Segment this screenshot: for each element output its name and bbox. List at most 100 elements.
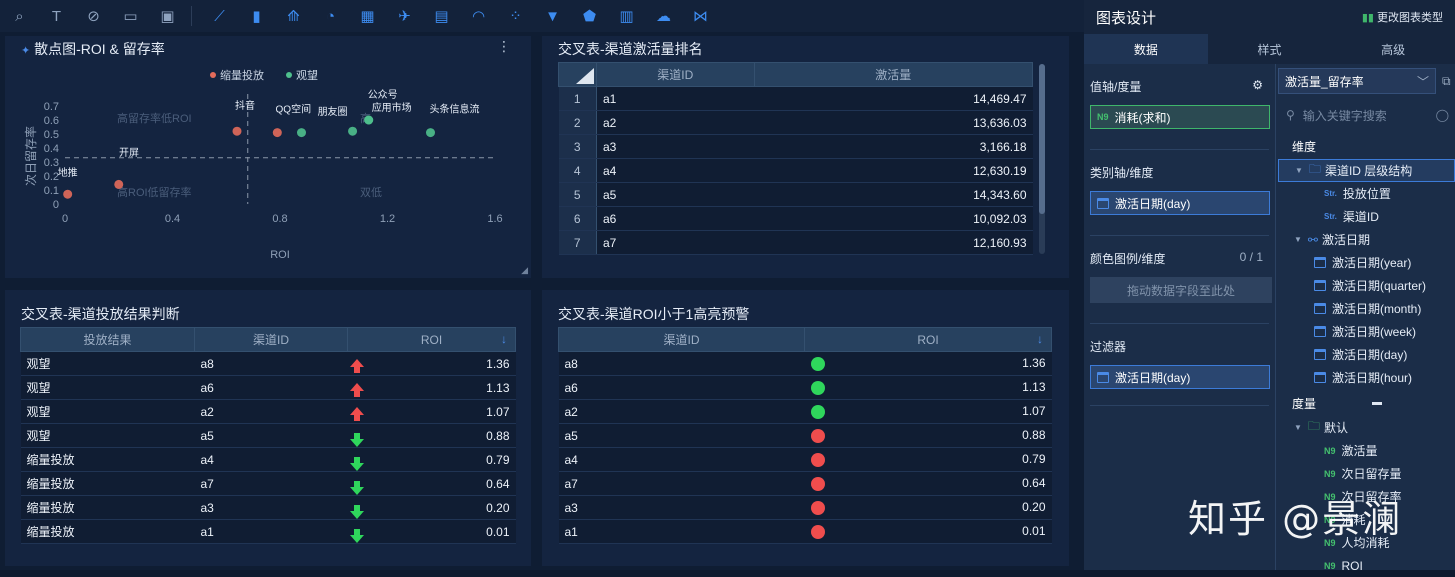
table-row[interactable]: 观望 a6 1.13 <box>20 375 516 400</box>
field-item[interactable]: 激活日期(quarter) <box>1278 274 1455 297</box>
field-item[interactable]: N9 ROI <box>1278 554 1455 577</box>
row-index: 4 <box>558 158 597 183</box>
table-row[interactable]: 缩量投放 a3 0.20 <box>20 495 516 520</box>
legend-marker <box>286 72 292 78</box>
table-row[interactable]: a7 0.64 <box>558 471 1052 496</box>
table-row[interactable]: 2 a2 13,636.03 <box>558 110 1033 135</box>
table-row[interactable]: 观望 a5 0.88 <box>20 423 516 448</box>
table-row[interactable]: 4 a4 12,630.19 <box>558 158 1033 183</box>
col-header-channel[interactable]: 渠道ID <box>194 327 348 352</box>
col-header-channel[interactable]: 渠道ID <box>558 327 805 352</box>
filter-field-chip[interactable]: 激活日期(day) <box>1090 365 1270 389</box>
gear-icon[interactable]: ⚙ <box>1252 78 1263 95</box>
edit-dataset-icon[interactable]: ⧉ <box>1442 74 1451 89</box>
field-item[interactable]: 激活日期(week) <box>1278 320 1455 343</box>
text-icon[interactable]: T <box>43 4 70 28</box>
col-header-roi[interactable]: ROI ↓ <box>804 327 1052 352</box>
sort-desc-icon[interactable]: ↓ <box>1037 332 1043 346</box>
tab-data[interactable]: 数据 <box>1084 34 1208 64</box>
table-row[interactable]: 缩量投放 a4 0.79 <box>20 447 516 472</box>
table-row[interactable]: a3 0.20 <box>558 495 1052 520</box>
cell-channel: a2 <box>596 110 755 135</box>
table-icon[interactable]: ▦ <box>354 4 381 28</box>
tab-style[interactable]: 样式 <box>1208 34 1332 64</box>
table-row[interactable]: 7 a7 12,160.93 <box>558 230 1033 255</box>
table-row[interactable]: 5 a5 14,343.60 <box>558 182 1033 207</box>
cell-activation: 12,160.93 <box>754 230 1033 255</box>
col-header-channel[interactable]: 渠道ID <box>596 62 755 87</box>
y-tick-label: 0.4 <box>44 143 59 155</box>
field-label: 激活日期(month) <box>1332 302 1422 316</box>
field-item[interactable]: ▼ 🗀 默认 <box>1278 416 1455 439</box>
query-icon[interactable]: ⌕ <box>6 4 33 28</box>
color-legend-count: 0 / 1 <box>1239 250 1263 264</box>
link-icon[interactable]: ⊘ <box>80 4 107 28</box>
cell-channel: a5 <box>194 423 348 448</box>
dataset-select[interactable]: 激活量_留存率 ﹀ <box>1278 68 1436 94</box>
tree-icon[interactable]: ⋈ <box>687 4 714 28</box>
calendar-icon <box>1314 257 1326 268</box>
scatter-panel[interactable]: ✦ 散点图-ROI & 留存率 ⋮ ◢ 缩量投放 观望 高留存率低ROI 高ROI低留… <box>5 36 531 278</box>
field-item[interactable]: Str. 投放位置 <box>1278 182 1455 205</box>
funnel-icon[interactable]: ▼ <box>539 4 566 28</box>
status-dot-icon <box>810 524 825 539</box>
frame-icon[interactable]: ▭ <box>117 4 144 28</box>
word-cloud-icon[interactable]: ☁ <box>650 4 677 28</box>
indicator-card-icon[interactable]: ▤ <box>428 4 455 28</box>
table-row[interactable]: a8 1.36 <box>558 351 1052 376</box>
cell-roi: 0.20 <box>804 495 1052 520</box>
alert-panel[interactable]: 交叉表-渠道ROI小于1高亮预警 渠道ID ROI ↓ a8 1.36 a6 1.1… <box>542 290 1069 566</box>
row-index: 3 <box>558 134 597 159</box>
table-row[interactable]: 缩量投放 a7 0.64 <box>20 471 516 496</box>
table-row[interactable]: a1 0.01 <box>558 519 1052 544</box>
change-chart-type-button[interactable]: ▮▮ 更改图表类型 <box>1362 9 1443 25</box>
table-row[interactable]: 1 a1 14,469.47 <box>558 86 1033 111</box>
table-row[interactable]: a4 0.79 <box>558 447 1052 472</box>
table-row[interactable]: 3 a3 3,166.18 <box>558 134 1033 159</box>
field-item[interactable]: Str. 渠道ID <box>1278 205 1455 228</box>
rank-panel[interactable]: 交叉表-渠道激活量排名 渠道ID 激活量 1 a1 14,469.47 2 a2 … <box>542 36 1069 278</box>
table-row[interactable]: 观望 a8 1.36 <box>20 351 516 376</box>
table-row[interactable]: 6 a6 10,092.03 <box>558 206 1033 231</box>
field-item[interactable]: ▼ ⚯ 激活日期 <box>1278 228 1455 251</box>
col-header-roi[interactable]: ROI ↓ <box>347 327 516 352</box>
bar-chart-icon[interactable]: ▮ <box>243 4 270 28</box>
ref-line-label: 开屏 <box>119 147 139 159</box>
status-dot-icon <box>810 452 825 467</box>
col-header-result[interactable]: 投放结果 <box>20 327 195 352</box>
field-item[interactable]: N9 激活量 <box>1278 439 1455 462</box>
crosstab-icon[interactable]: ▥ <box>613 4 640 28</box>
field-search[interactable]: ⚲ 输入关键字搜索 ◯ <box>1278 102 1455 128</box>
radar-icon[interactable]: ⬟ <box>576 4 603 28</box>
field-item[interactable]: N9 次日留存量 <box>1278 462 1455 485</box>
collapse-icon[interactable] <box>1372 402 1383 405</box>
field-item[interactable]: 激活日期(hour) <box>1278 366 1455 389</box>
judge-panel[interactable]: 交叉表-渠道投放结果判断 投放结果 渠道ID ROI ↓ 观望 a8 1.36 观望… <box>5 290 531 566</box>
table-row[interactable]: a5 0.88 <box>558 423 1052 448</box>
field-item[interactable]: 激活日期(day) <box>1278 343 1455 366</box>
table-row[interactable]: a2 1.07 <box>558 399 1052 424</box>
table-row[interactable]: 观望 a2 1.07 <box>20 399 516 424</box>
scatter-icon[interactable]: ⁘ <box>502 4 529 28</box>
select-all-corner[interactable] <box>558 62 597 87</box>
color-drop-zone[interactable]: 拖动数据字段至此处 <box>1090 277 1272 303</box>
vertical-scrollbar[interactable] <box>1039 64 1045 254</box>
category-field-chip[interactable]: 激活日期(day) <box>1090 191 1270 215</box>
combo-chart-icon[interactable]: ⟰ <box>280 4 307 28</box>
tab-advanced[interactable]: 高级 <box>1331 34 1455 64</box>
cell-channel: a6 <box>194 375 348 400</box>
gauge-icon[interactable]: ◠ <box>465 4 492 28</box>
table-row[interactable]: 缩量投放 a1 0.01 <box>20 519 516 544</box>
value-field-chip[interactable]: N9 消耗(求和) <box>1090 105 1270 129</box>
col-header-activation[interactable]: 激活量 <box>753 62 1034 87</box>
table-row[interactable]: a6 1.13 <box>558 375 1052 400</box>
map-icon[interactable]: ✈ <box>391 4 418 28</box>
pie-chart-icon[interactable]: ◔ <box>317 4 344 28</box>
field-item[interactable]: 激活日期(month) <box>1278 297 1455 320</box>
line-chart-icon[interactable]: ⟋ <box>206 4 233 28</box>
refresh-icon[interactable]: ◯ <box>1436 108 1449 122</box>
image-icon[interactable]: ▣ <box>154 4 181 28</box>
field-item[interactable]: 激活日期(year) <box>1278 251 1455 274</box>
sort-desc-icon[interactable]: ↓ <box>501 332 507 346</box>
field-item[interactable]: ▼ 🗀 渠道ID 层级结构 <box>1278 159 1455 182</box>
